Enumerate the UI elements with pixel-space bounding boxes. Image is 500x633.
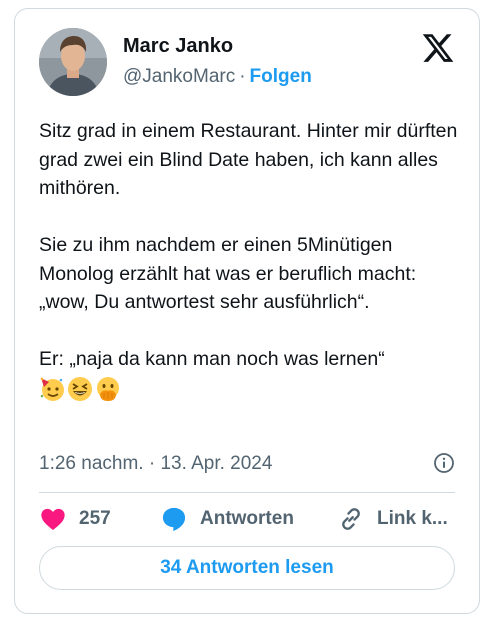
like-button[interactable]: 257 [39,503,111,535]
tweet-card: Marc Janko @JankoMarc · Folgen Sitz grad i… [14,8,480,614]
tweet-timestamp[interactable]: 1:26 nachm. · 13. Apr. 2024 [39,453,272,475]
tweet-text: Sitz grad in einem Restaurant. Hinter mi… [39,117,464,404]
avatar[interactable] [39,28,107,96]
face-with-hand-over-mouth-emoji [97,376,119,401]
read-replies-button[interactable]: 34 Antworten lesen [39,546,455,590]
follow-button[interactable]: Folgen [250,66,312,87]
grinning-squinting-face-emoji [68,376,92,401]
x-logo-icon[interactable] [421,31,455,65]
link-icon [342,508,360,530]
copy-link-button[interactable]: Link k... [337,503,448,535]
emoji-row [39,374,464,404]
copy-link-label: Link k... [377,508,448,529]
tweet-paragraph: Sitz grad in einem Restaurant. Hinter mi… [39,120,458,199]
tweet-paragraph: Er: „naja da kann man noch was lernen“ [39,348,385,370]
like-count: 257 [79,508,111,529]
divider [39,492,455,493]
heart-icon [41,508,65,530]
author-handle-row: @JankoMarc · Folgen [123,66,312,88]
reply-button[interactable]: Antworten [160,503,294,535]
separator: · [239,66,246,87]
author-handle[interactable]: @JankoMarc [123,66,235,87]
speech-bubble-icon [162,507,186,532]
tweet-paragraph: Sie zu ihm nachdem er einen 5Minütigen M… [39,234,417,313]
author-name[interactable]: Marc Janko [123,35,233,58]
info-icon[interactable] [432,451,456,475]
reply-label: Antworten [200,508,294,529]
partying-face-emoji [40,376,64,401]
